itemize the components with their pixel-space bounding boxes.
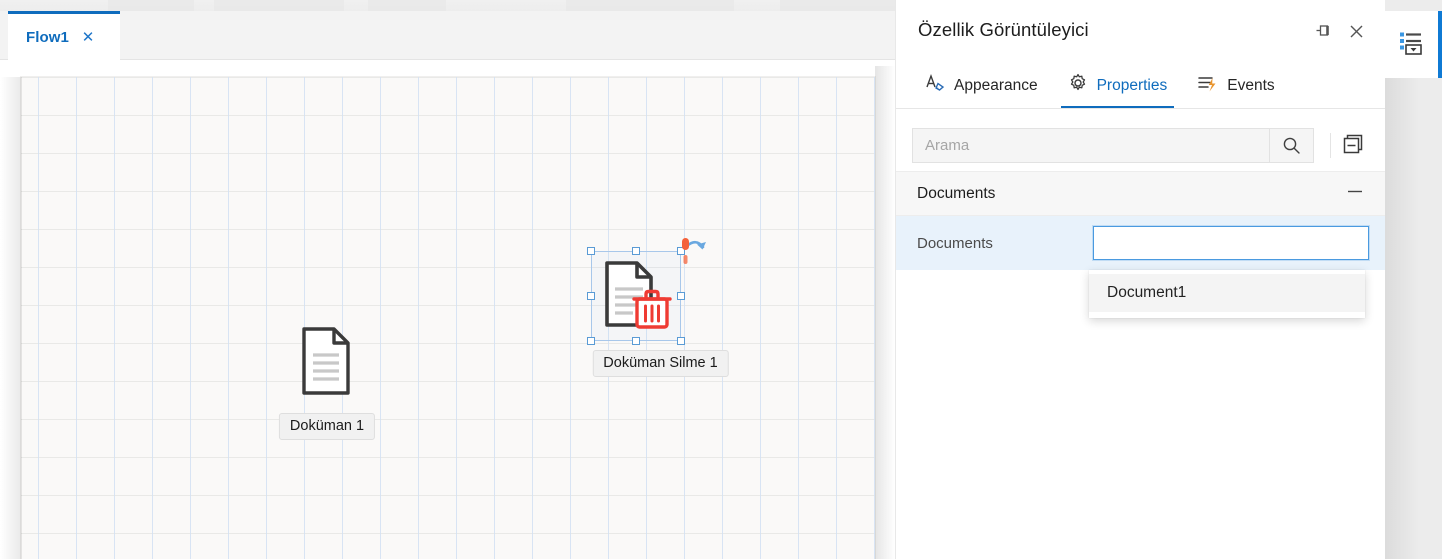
- flow-canvas[interactable]: Doküman 1: [21, 77, 875, 559]
- rotate-handle[interactable]: [673, 236, 709, 275]
- events-icon: [1197, 73, 1218, 98]
- property-panel-tabs: Appearance Properties: [896, 62, 1386, 109]
- property-group-label: Documents: [917, 185, 995, 203]
- tab-label: Properties: [1097, 77, 1168, 95]
- resize-handle-sw[interactable]: [587, 337, 595, 345]
- search-icon[interactable]: [1269, 129, 1313, 162]
- designer-tabstrip: Flow1 ✕: [0, 11, 895, 60]
- pin-icon[interactable]: [1314, 22, 1332, 40]
- property-list-icon: [1398, 28, 1426, 61]
- property-panel: Özellik Görüntüleyici: [895, 0, 1385, 559]
- designer-tab-flow1[interactable]: Flow1 ✕: [8, 11, 120, 60]
- flow-node-document[interactable]: Doküman 1: [277, 327, 377, 447]
- right-tab-rail: [1385, 0, 1442, 559]
- property-panel-header: Özellik Görüntüleyici: [896, 0, 1386, 62]
- property-row-documents[interactable]: Documents: [896, 216, 1386, 270]
- tab-properties[interactable]: Properties: [1053, 62, 1183, 109]
- property-group-documents[interactable]: Documents: [896, 171, 1386, 216]
- appearance-icon: [925, 73, 945, 98]
- document-delete-icon: [603, 259, 675, 336]
- search-input[interactable]: [913, 129, 1269, 162]
- resize-handle-e[interactable]: [677, 292, 685, 300]
- panel-title: Özellik Görüntüleyici: [918, 19, 1089, 41]
- rail-shadow: [1385, 78, 1442, 559]
- tab-appearance[interactable]: Appearance: [910, 62, 1053, 109]
- flow-node-label: Doküman Silme 1: [592, 350, 728, 377]
- dropdown-item[interactable]: Document1: [1089, 274, 1365, 312]
- close-icon[interactable]: ✕: [81, 30, 95, 45]
- collapse-all-icon[interactable]: [1342, 133, 1364, 160]
- resize-handle-se[interactable]: [677, 337, 685, 345]
- toolbar-divider: [1330, 133, 1331, 158]
- property-row-label: Documents: [917, 235, 1087, 252]
- designer-tab-label: Flow1: [26, 29, 69, 46]
- resize-handle-w[interactable]: [587, 292, 595, 300]
- property-search-row: [896, 119, 1386, 171]
- resize-handle-s[interactable]: [632, 337, 640, 345]
- resize-handle-nw[interactable]: [587, 247, 595, 255]
- tab-label: Events: [1227, 77, 1274, 95]
- search-box[interactable]: [912, 128, 1314, 163]
- minus-icon[interactable]: [1346, 182, 1364, 205]
- resize-handle-n[interactable]: [632, 247, 640, 255]
- tab-label: Appearance: [954, 77, 1038, 95]
- documents-dropdown[interactable]: Document1: [1089, 270, 1365, 318]
- gear-icon: [1068, 73, 1088, 98]
- canvas-viewport[interactable]: Doküman 1: [0, 60, 895, 559]
- document-icon: [302, 327, 350, 400]
- flow-node-document-delete[interactable]: Doküman Silme 1: [581, 237, 731, 387]
- property-value-field[interactable]: [1093, 226, 1369, 260]
- close-icon[interactable]: [1348, 23, 1365, 40]
- documents-input[interactable]: [1094, 227, 1368, 259]
- app-window: Flow1 ✕: [0, 0, 1442, 559]
- flow-node-label: Doküman 1: [279, 413, 375, 440]
- rail-tab-property-viewer[interactable]: [1385, 11, 1442, 78]
- tab-events[interactable]: Events: [1182, 62, 1289, 109]
- designer-area: Flow1 ✕: [0, 11, 895, 559]
